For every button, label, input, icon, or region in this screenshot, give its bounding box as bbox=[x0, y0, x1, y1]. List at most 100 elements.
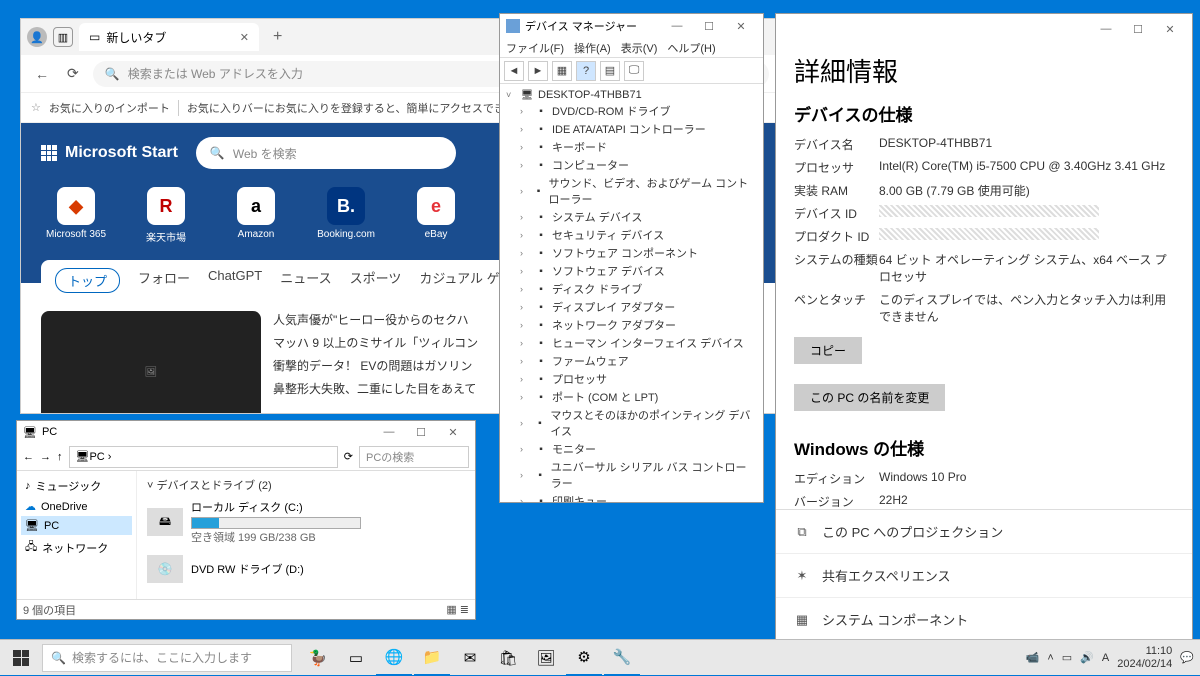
expand-icon[interactable]: › bbox=[520, 374, 530, 384]
nav-network[interactable]: 🖧ネットワーク bbox=[21, 535, 132, 560]
shortcut-amazon[interactable]: aAmazon bbox=[221, 187, 291, 244]
details-icon[interactable]: ▤ bbox=[600, 61, 620, 81]
device-category[interactable]: ›▪ソフトウェア デバイス bbox=[506, 262, 757, 280]
title-bar[interactable]: — ☐ ✕ bbox=[776, 14, 1192, 44]
menu-action[interactable]: 操作(A) bbox=[574, 40, 611, 56]
link-projection[interactable]: ⧉この PC へのプロジェクション bbox=[776, 510, 1192, 554]
taskbar-search[interactable]: 🔍 検索するには、ここに入力します bbox=[42, 644, 292, 672]
expand-icon[interactable]: › bbox=[520, 302, 530, 312]
edge-taskbar-icon[interactable]: 🌐 bbox=[376, 640, 412, 676]
section-drives[interactable]: ˅ デバイスとドライブ (2) bbox=[147, 477, 465, 493]
device-category[interactable]: ›▪ディスプレイ アダプター bbox=[506, 298, 757, 316]
shortcut-ms365[interactable]: ◆Microsoft 365 bbox=[41, 187, 111, 244]
scan-icon[interactable]: 🖵 bbox=[624, 61, 644, 81]
tray-chevron-icon[interactable]: ˄ bbox=[1047, 652, 1053, 664]
expand-icon[interactable]: › bbox=[520, 124, 530, 134]
ime-icon[interactable]: A bbox=[1102, 652, 1109, 664]
nav-onedrive[interactable]: ☁OneDrive bbox=[21, 497, 132, 516]
device-category[interactable]: ›▪サウンド、ビデオ、およびゲーム コントローラー bbox=[506, 174, 757, 208]
expand-icon[interactable]: › bbox=[520, 418, 529, 428]
expand-icon[interactable]: › bbox=[520, 356, 530, 366]
expand-icon[interactable]: › bbox=[520, 160, 530, 170]
device-category[interactable]: ›▪ソフトウェア コンポーネント bbox=[506, 244, 757, 262]
device-category[interactable]: ›▪ユニバーサル シリアル バス コントローラー bbox=[506, 458, 757, 492]
device-category[interactable]: ›▪IDE ATA/ATAPI コントローラー bbox=[506, 120, 757, 138]
expand-icon[interactable]: › bbox=[520, 320, 530, 330]
device-tree[interactable]: ˅ 🖥 DESKTOP-4THBB71 ›▪DVD/CD-ROM ドライブ›▪I… bbox=[500, 84, 763, 502]
close-button[interactable]: ✕ bbox=[725, 20, 757, 33]
refresh-button[interactable]: ⟳ bbox=[63, 63, 83, 84]
task-view-button[interactable]: ▭ bbox=[338, 640, 374, 676]
expand-icon[interactable]: › bbox=[520, 496, 530, 502]
tree-root[interactable]: ˅ 🖥 DESKTOP-4THBB71 bbox=[506, 88, 757, 102]
weather-widget[interactable]: 🦆 bbox=[300, 640, 336, 676]
menu-view[interactable]: 表示(V) bbox=[621, 40, 658, 56]
device-category[interactable]: ›▪ヒューマン インターフェイス デバイス bbox=[506, 334, 757, 352]
device-category[interactable]: ›▪セキュリティ デバイス bbox=[506, 226, 757, 244]
expand-icon[interactable]: › bbox=[520, 392, 530, 402]
close-button[interactable]: ✕ bbox=[437, 426, 469, 439]
device-category[interactable]: ›▪システム デバイス bbox=[506, 208, 757, 226]
devmgr-taskbar-icon[interactable]: 🔧 bbox=[604, 640, 640, 676]
ms-start-logo[interactable]: Microsoft Start bbox=[41, 144, 178, 162]
forward-button[interactable]: → bbox=[40, 451, 51, 463]
breadcrumb[interactable]: 🖥 PC › bbox=[69, 446, 338, 468]
tab-follow[interactable]: フォロー bbox=[138, 268, 190, 293]
web-search-box[interactable]: 🔍 Web を検索 bbox=[196, 137, 456, 169]
explorer-search[interactable]: PCの検索 bbox=[359, 446, 469, 468]
expand-icon[interactable]: › bbox=[520, 338, 530, 348]
volume-icon[interactable]: 🔊 bbox=[1080, 651, 1094, 664]
store-taskbar-icon[interactable]: 🛍 bbox=[490, 640, 526, 676]
expand-icon[interactable]: › bbox=[520, 470, 529, 480]
link-shared-experiences[interactable]: ✶共有エクスペリエンス bbox=[776, 554, 1192, 598]
meet-now-icon[interactable]: 📹 bbox=[1026, 651, 1040, 664]
tab-chatgpt[interactable]: ChatGPT bbox=[208, 268, 262, 293]
tab-top[interactable]: トップ bbox=[55, 268, 120, 293]
device-category[interactable]: ›▪ファームウェア bbox=[506, 352, 757, 370]
expand-icon[interactable]: › bbox=[520, 444, 530, 454]
nav-pc[interactable]: 🖥PC bbox=[21, 516, 132, 535]
link-system-components[interactable]: ▦システム コンポーネント bbox=[776, 598, 1192, 642]
close-button[interactable]: ✕ bbox=[1154, 23, 1186, 36]
maximize-button[interactable]: ☐ bbox=[1122, 23, 1154, 36]
minimize-button[interactable]: — bbox=[373, 426, 405, 439]
mail-taskbar-icon[interactable]: ✉ bbox=[452, 640, 488, 676]
network-icon[interactable]: ▭ bbox=[1062, 651, 1072, 664]
photos-taskbar-icon[interactable]: 🖼 bbox=[528, 640, 564, 676]
device-category[interactable]: ›▪DVD/CD-ROM ドライブ bbox=[506, 102, 757, 120]
tab-sports[interactable]: スポーツ bbox=[350, 268, 402, 293]
device-category[interactable]: ›▪プロセッサ bbox=[506, 370, 757, 388]
minimize-button[interactable]: — bbox=[661, 20, 693, 33]
clock[interactable]: 11:10 2024/02/14 bbox=[1117, 645, 1172, 669]
notifications-icon[interactable]: 💬 bbox=[1180, 651, 1194, 664]
expand-icon[interactable]: › bbox=[520, 266, 530, 276]
view-icons[interactable]: ▦ ≣ bbox=[446, 603, 469, 616]
back-icon[interactable]: ◄ bbox=[504, 61, 524, 81]
device-category[interactable]: ›▪コンピューター bbox=[506, 156, 757, 174]
maximize-button[interactable]: ☐ bbox=[693, 20, 725, 33]
drive-c[interactable]: 🖴 ローカル ディスク (C:) 空き領域 199 GB/238 GB bbox=[147, 499, 465, 545]
new-tab-button[interactable]: + bbox=[265, 28, 290, 46]
title-bar[interactable]: 🖥 PC — ☐ ✕ bbox=[17, 421, 475, 443]
expand-icon[interactable]: › bbox=[520, 212, 530, 222]
shortcut-ebay[interactable]: eeBay bbox=[401, 187, 471, 244]
collapse-icon[interactable]: ˅ bbox=[506, 90, 516, 100]
forward-icon[interactable]: ► bbox=[528, 61, 548, 81]
menu-file[interactable]: ファイル(F) bbox=[506, 40, 564, 56]
expand-icon[interactable]: › bbox=[520, 186, 529, 196]
minimize-button[interactable]: — bbox=[1090, 23, 1122, 36]
rename-pc-button[interactable]: この PC の名前を変更 bbox=[794, 384, 945, 411]
refresh-button[interactable]: ⟳ bbox=[344, 450, 353, 463]
start-button[interactable] bbox=[0, 640, 42, 676]
expand-icon[interactable]: › bbox=[520, 106, 530, 116]
back-button[interactable]: ← bbox=[31, 64, 53, 84]
maximize-button[interactable]: ☐ bbox=[405, 426, 437, 439]
shortcut-booking[interactable]: B.Booking.com bbox=[311, 187, 381, 244]
shortcut-rakuten[interactable]: R楽天市場 bbox=[131, 187, 201, 244]
close-tab-icon[interactable]: ✕ bbox=[240, 31, 249, 44]
tab-news[interactable]: ニュース bbox=[280, 268, 331, 293]
up-button[interactable]: ↑ bbox=[57, 451, 63, 463]
device-category[interactable]: ›▪マウスとそのほかのポインティング デバイス bbox=[506, 406, 757, 440]
drive-d[interactable]: 💿 DVD RW ドライブ (D:) bbox=[147, 555, 465, 583]
expand-icon[interactable]: › bbox=[520, 284, 530, 294]
